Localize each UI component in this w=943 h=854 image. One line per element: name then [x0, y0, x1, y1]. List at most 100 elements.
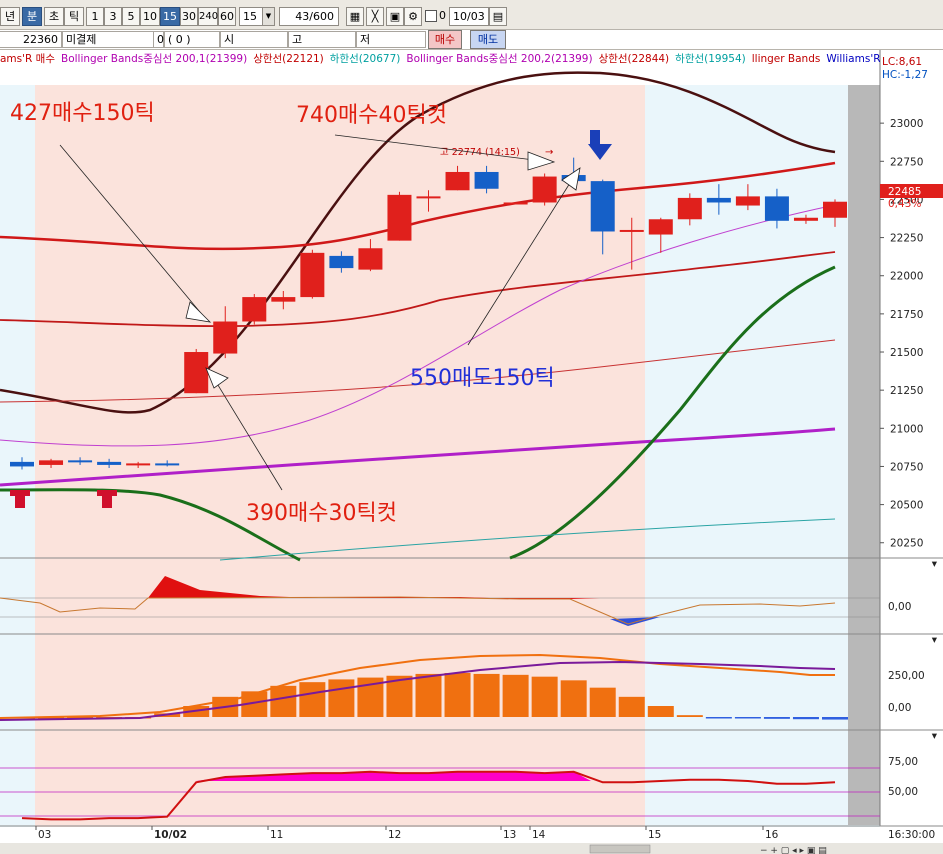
- candle-type-icon[interactable]: ▦: [346, 7, 364, 26]
- count-input[interactable]: 43/600: [279, 7, 339, 26]
- sell-button[interactable]: 매도: [470, 30, 506, 49]
- high-marker-arrow-icon: →: [545, 147, 553, 158]
- candle-body[interactable]: [213, 321, 238, 354]
- candle-body[interactable]: [387, 194, 412, 241]
- minute-240-button[interactable]: 240: [198, 7, 218, 26]
- price-tick-label: 20750: [890, 461, 923, 473]
- candle-body[interactable]: [126, 463, 151, 466]
- osc2-tick-250: 250,00: [888, 670, 925, 682]
- minute-60-button[interactable]: 60: [218, 7, 236, 26]
- candle-body[interactable]: [590, 181, 615, 232]
- time-axis-label: 16: [765, 829, 779, 841]
- osc2-bar: [560, 680, 587, 717]
- current-price-value: 22485: [888, 186, 921, 198]
- minute-10-button[interactable]: 10: [140, 7, 160, 26]
- price-tick-label: 22250: [890, 233, 923, 245]
- osc2-bar: [792, 717, 819, 720]
- interval-select[interactable]: 15 ▼: [239, 7, 275, 26]
- candle-body[interactable]: [706, 197, 731, 203]
- unsettled-label: 미결제: [62, 31, 154, 48]
- time-axis-label: 03: [38, 829, 51, 841]
- price-field: 22360: [0, 31, 62, 48]
- price-chart[interactable]: ▾ ▾ ▾ 고 22774 (14:15) → 427매수150틱 740매수4…: [0, 50, 943, 854]
- legend-item: 하한선(19954): [675, 53, 746, 65]
- minute-30-button[interactable]: 30: [180, 7, 198, 26]
- price-tick-label: 22750: [890, 156, 923, 168]
- interval-value: 15: [243, 10, 257, 23]
- panel-3-scroll-icon[interactable]: ▾: [932, 730, 938, 742]
- price-tick-label: 23000: [890, 118, 923, 130]
- date-checkbox[interactable]: [425, 10, 437, 22]
- time-axis-label: 13: [503, 829, 516, 841]
- osc2-tick-0: 0,00: [888, 702, 911, 714]
- minute-5-button[interactable]: 5: [122, 7, 140, 26]
- osc2-bar: [763, 717, 790, 719]
- settings-gear-icon[interactable]: ⚙: [404, 7, 422, 26]
- price-tick-label: 20500: [890, 500, 923, 512]
- zoom-controls-icon[interactable]: − + ▢ ◂ ▸ ▣ ▤: [760, 846, 827, 854]
- candle-body[interactable]: [619, 229, 644, 232]
- candle-body[interactable]: [648, 219, 673, 235]
- candle-body[interactable]: [532, 176, 557, 203]
- annotation-buy-427: 427매수150틱: [10, 101, 155, 126]
- candle-body[interactable]: [184, 352, 209, 394]
- scrollbar-thumb[interactable]: [589, 844, 651, 854]
- period-tick-button[interactable]: 틱: [64, 7, 84, 26]
- chart-toolbar: 년 분 초 틱 1 3 5 10 15 30 240 60 15 ▼ 43/60…: [0, 0, 943, 30]
- candle-body[interactable]: [242, 297, 267, 322]
- osc2-bar: [618, 696, 645, 717]
- axis-lc-label: LC:8,61: [882, 56, 922, 68]
- candle-body[interactable]: [445, 171, 470, 191]
- date-input[interactable]: 10/03: [449, 7, 489, 26]
- osc2-bar: [734, 717, 761, 719]
- osc2-bar: [473, 673, 500, 717]
- period-minute-button[interactable]: 분: [22, 7, 42, 26]
- save-icon[interactable]: ▣: [386, 7, 404, 26]
- candle-body[interactable]: [735, 196, 760, 206]
- candle-body[interactable]: [97, 461, 122, 465]
- candle-body[interactable]: [271, 297, 296, 302]
- candle-body[interactable]: [764, 196, 789, 221]
- candle-body[interactable]: [823, 201, 847, 218]
- candle-body[interactable]: [358, 248, 383, 270]
- panel-2-scroll-icon[interactable]: ▾: [932, 634, 938, 646]
- period-year-button[interactable]: 년: [0, 7, 20, 26]
- period-second-button[interactable]: 초: [44, 7, 64, 26]
- osc2-bar: [531, 676, 558, 717]
- panel-1-scroll-icon[interactable]: ▾: [932, 558, 938, 570]
- candle-body[interactable]: [503, 202, 528, 205]
- calendar-icon[interactable]: ▤: [489, 7, 507, 26]
- line-draw-icon[interactable]: ╳: [366, 7, 384, 26]
- candle-body[interactable]: [39, 460, 64, 465]
- time-axis-label: 14: [532, 829, 546, 841]
- minute-3-button[interactable]: 3: [104, 7, 122, 26]
- candle-body[interactable]: [300, 252, 325, 298]
- time-axis-label: 12: [388, 829, 401, 841]
- candle-body[interactable]: [677, 197, 702, 220]
- candle-body[interactable]: [474, 171, 499, 189]
- candle-body[interactable]: [155, 463, 180, 466]
- legend-item: 하한선(20677): [329, 53, 401, 65]
- legend-item: Bollinger Bands중심선 200,2(21399): [406, 53, 593, 65]
- osc2-bar: [270, 685, 297, 717]
- candle-body[interactable]: [416, 196, 441, 199]
- osc2-bar: [647, 706, 674, 717]
- candle-body[interactable]: [793, 217, 818, 221]
- osc1-tick-0: 0,00: [888, 601, 911, 613]
- legend-item: 상한선(22121): [253, 53, 324, 65]
- candle-body[interactable]: [10, 461, 34, 467]
- candle-body[interactable]: [68, 460, 93, 463]
- minute-15-button[interactable]: 15: [160, 7, 180, 26]
- minute-1-button[interactable]: 1: [86, 7, 104, 26]
- legend-item: Bollinger Bands중심선 200,1(21399): [60, 53, 248, 65]
- time-axis-label: 11: [270, 829, 283, 841]
- buy-button[interactable]: 매수: [428, 30, 462, 49]
- legend-item: llinger Bands: [751, 53, 821, 65]
- annotation-sell-550: 550매도150틱: [410, 366, 555, 391]
- current-price-change: 0,43%: [888, 198, 921, 210]
- time-axis-label: 10/02: [154, 829, 187, 841]
- legend-item: Williams'R 매도: [826, 53, 880, 65]
- time-axis-label: 15: [648, 829, 661, 841]
- candle-body[interactable]: [329, 255, 354, 269]
- osc2-bar: [502, 674, 529, 717]
